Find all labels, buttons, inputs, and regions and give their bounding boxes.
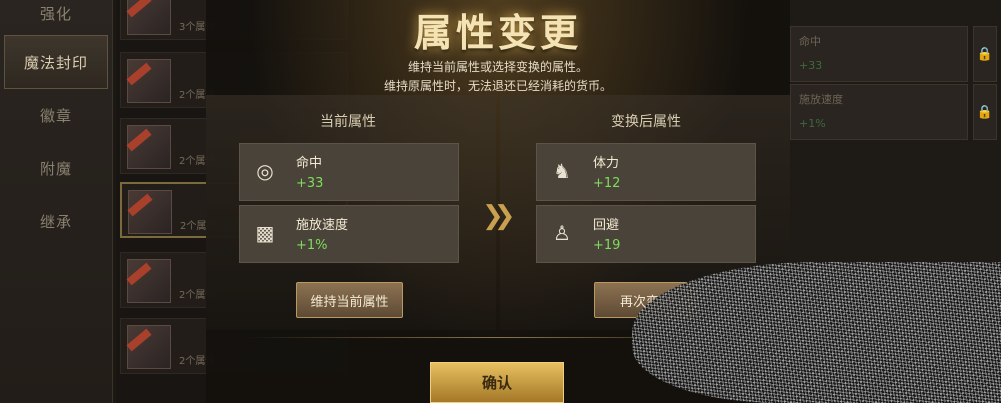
new-attributes-header: 变换后属性 bbox=[611, 114, 681, 130]
item-icon bbox=[127, 59, 171, 103]
dialog-subtitle-line1: 维持当前属性或选择变换的属性。 bbox=[407, 60, 588, 74]
brain-icon: ▩ bbox=[255, 221, 275, 245]
dialog-subtitle-line2: 维持原属性时，无法退还已经消耗的货币。 bbox=[383, 79, 612, 93]
attribute-slot: 施放速度 +1% bbox=[790, 84, 968, 140]
confirm-button[interactable]: 确认 bbox=[430, 362, 564, 403]
tab-inherit[interactable]: 继承 bbox=[4, 194, 108, 248]
dodge-icon: ♙ bbox=[553, 221, 571, 245]
tab-enhance[interactable]: 强化 bbox=[4, 0, 108, 40]
current-attributes-header: 当前属性 bbox=[320, 114, 376, 130]
attribute-slot: 命中 +33 bbox=[790, 26, 968, 82]
tab-magic-seal[interactable]: 魔法封印 bbox=[4, 35, 108, 89]
body-icon: ♞ bbox=[553, 159, 571, 183]
item-icon bbox=[128, 190, 172, 234]
item-icon bbox=[127, 125, 171, 169]
chevron-right-icon: ❯❯ bbox=[482, 201, 516, 231]
tab-enchant[interactable]: 附魔 bbox=[4, 141, 108, 195]
dialog-title: 属性变更 bbox=[413, 11, 582, 55]
item-icon bbox=[127, 259, 171, 303]
current-attribute-card: ◎ 命中 +33 bbox=[239, 143, 459, 201]
current-attribute-card: ▩ 施放速度 +1% bbox=[239, 205, 459, 263]
left-tab-bar: 强化 魔法封印 徽章 附魔 继承 bbox=[0, 0, 113, 403]
item-icon bbox=[127, 0, 171, 35]
keep-current-button[interactable]: 维持当前属性 bbox=[296, 282, 403, 318]
lock-icon[interactable]: 🔒 bbox=[973, 84, 997, 140]
tab-emblem[interactable]: 徽章 bbox=[4, 88, 108, 142]
noise-overlay bbox=[632, 262, 1001, 403]
lock-icon[interactable]: 🔒 bbox=[973, 26, 997, 82]
item-icon bbox=[127, 325, 171, 369]
new-attribute-card: ♞ 体力 +12 bbox=[536, 143, 756, 201]
target-icon: ◎ bbox=[256, 159, 274, 183]
new-attribute-card: ♙ 回避 +19 bbox=[536, 205, 756, 263]
